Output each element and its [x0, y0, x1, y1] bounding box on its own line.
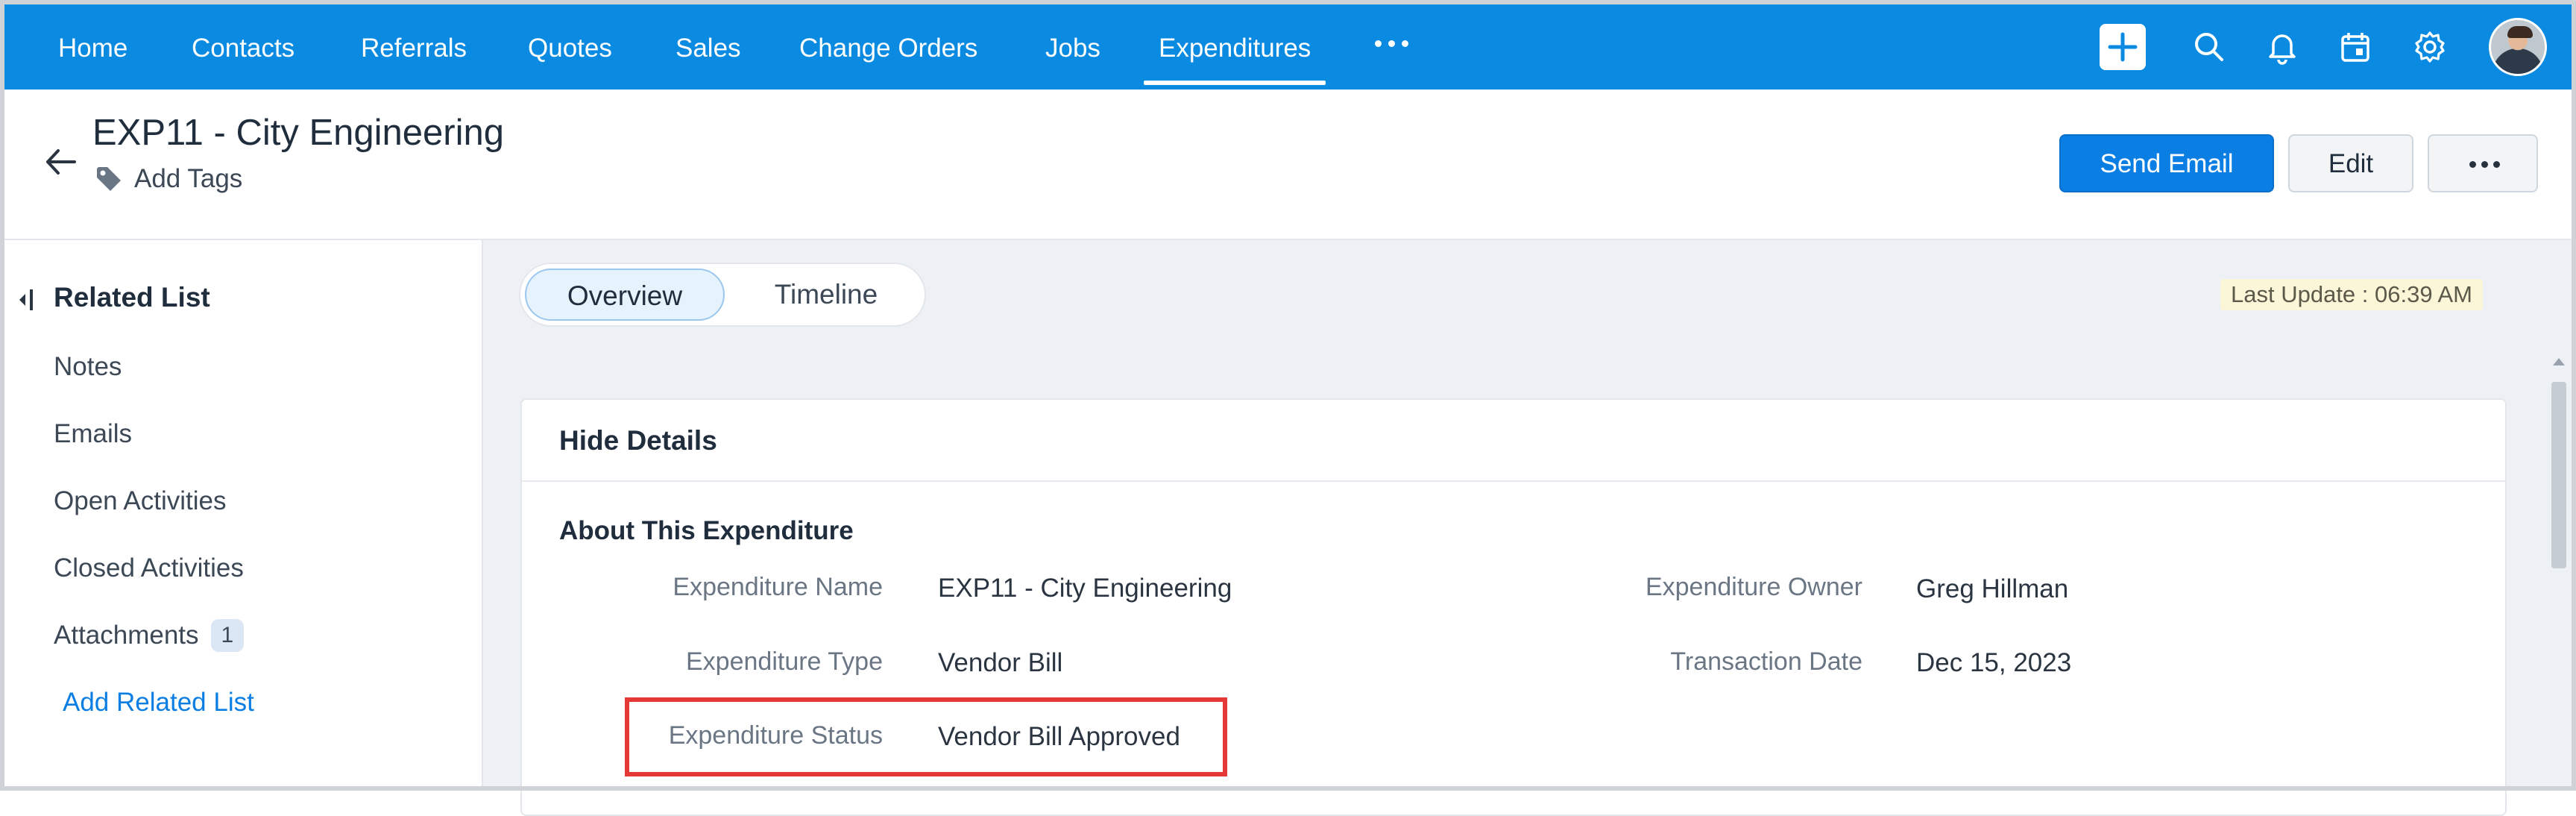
transaction-date-value: Dec 15, 2023 — [1916, 648, 2072, 677]
hide-details-label: Hide Details — [559, 425, 717, 456]
nav-expenditures[interactable]: Expenditures — [1143, 4, 1326, 90]
scroll-up-icon[interactable] — [2553, 358, 2565, 365]
edit-button[interactable]: Edit — [2288, 134, 2413, 192]
record-header: EXP11 - City Engineering Add Tags Send E… — [4, 90, 2572, 240]
back-arrow-icon[interactable] — [42, 143, 79, 181]
expenditure-name-label: Expenditure Name — [673, 573, 883, 601]
nav-referrals[interactable]: Referrals — [361, 4, 467, 90]
nav-home[interactable]: Home — [58, 4, 127, 90]
hide-details-toggle[interactable]: Hide Details — [522, 400, 2505, 482]
attachments-count-badge: 1 — [210, 619, 245, 652]
transaction-date-label: Transaction Date — [1670, 647, 1862, 676]
sidebar-item-open-activities[interactable]: Open Activities — [54, 486, 227, 516]
collapse-sidebar-icon[interactable] — [16, 286, 36, 313]
nav-contacts[interactable]: Contacts — [192, 4, 295, 90]
sidebar-item-attachments[interactable]: Attachments 1 — [54, 619, 245, 652]
view-tabs: Overview Timeline — [519, 263, 926, 327]
related-list-title: Related List — [54, 282, 210, 313]
sidebar-item-label: Attachments — [54, 621, 199, 650]
last-update-label: Last Update : 06:39 AM — [2220, 279, 2483, 310]
related-list-sidebar: Related List Notes Emails Open Activitie… — [4, 240, 483, 791]
record-title: EXP11 - City Engineering — [92, 113, 504, 153]
create-new-button[interactable] — [2100, 24, 2146, 70]
tab-timeline[interactable]: Timeline — [737, 269, 916, 321]
search-icon[interactable] — [2188, 25, 2231, 69]
plus-icon — [2108, 32, 2138, 62]
expenditure-type-label: Expenditure Type — [686, 647, 883, 676]
nav-jobs[interactable]: Jobs — [1045, 4, 1100, 90]
sidebar-item-notes[interactable]: Notes — [54, 352, 122, 382]
expenditure-type-value: Vendor Bill — [938, 648, 1063, 677]
expenditure-owner-value: Greg Hillman — [1916, 574, 2069, 603]
tab-overview[interactable]: Overview — [525, 269, 725, 321]
highlight-box — [625, 697, 1227, 776]
bell-icon[interactable] — [2261, 25, 2304, 69]
more-actions-button[interactable] — [2428, 134, 2538, 192]
calendar-icon[interactable] — [2334, 25, 2377, 69]
top-navigation-bar: Home Contacts Referrals Quotes Sales Cha… — [4, 4, 2572, 90]
nav-change-orders[interactable]: Change Orders — [799, 4, 977, 90]
nav-sales[interactable]: Sales — [676, 4, 741, 90]
scrollbar-thumb[interactable] — [2551, 382, 2566, 568]
nav-more-icon[interactable] — [1375, 37, 1409, 49]
add-related-list-link[interactable]: Add Related List — [63, 688, 254, 718]
section-title: About This Expenditure — [559, 516, 854, 545]
expenditure-name-value: EXP11 - City Engineering — [938, 574, 1232, 603]
user-avatar[interactable] — [2489, 18, 2547, 76]
tag-icon[interactable] — [92, 163, 125, 195]
sidebar-item-closed-activities[interactable]: Closed Activities — [54, 553, 244, 583]
gear-icon[interactable] — [2408, 25, 2451, 69]
sidebar-item-emails[interactable]: Emails — [54, 419, 132, 449]
expenditure-owner-label: Expenditure Owner — [1645, 573, 1862, 601]
add-tags-link[interactable]: Add Tags — [134, 164, 242, 194]
nav-quotes[interactable]: Quotes — [528, 4, 612, 90]
send-email-button[interactable]: Send Email — [2059, 134, 2274, 192]
